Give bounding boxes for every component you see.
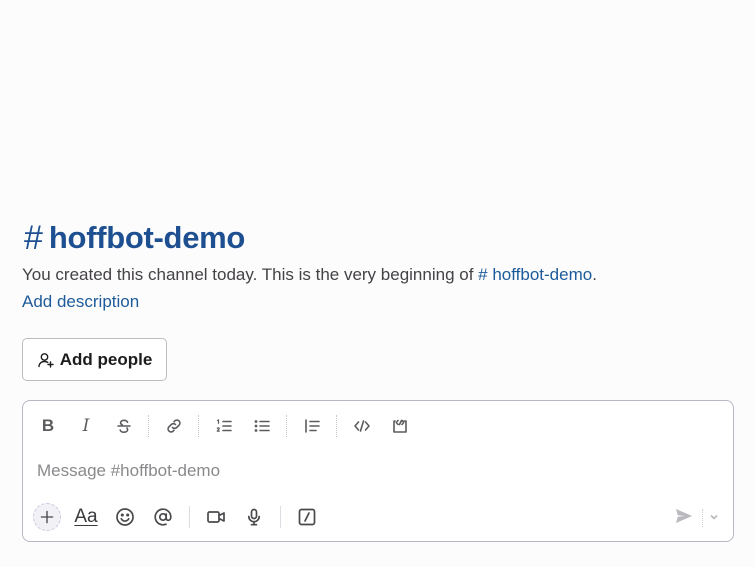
send-controls: [674, 505, 719, 531]
link-icon: [167, 419, 181, 433]
blockquote-button[interactable]: [299, 413, 325, 439]
strikethrough-button[interactable]: [111, 413, 137, 439]
chevron-down-icon: [710, 514, 718, 520]
ordered-list-button[interactable]: [211, 413, 237, 439]
add-people-button[interactable]: Add people: [22, 338, 167, 381]
formatting-toggle-button[interactable]: Aa: [71, 503, 101, 531]
add-person-icon: [38, 352, 54, 368]
ordered-list-icon: [216, 419, 232, 432]
intro-text: You created this channel today. This is …: [22, 265, 479, 284]
bulleted-list-icon: [254, 420, 270, 432]
schedule-send-button[interactable]: [709, 509, 719, 527]
formatting-toolbar: B I: [35, 413, 425, 439]
code-block-button[interactable]: [387, 413, 413, 439]
code-icon: [354, 420, 370, 432]
video-icon: [207, 511, 225, 523]
microphone-icon: [247, 508, 261, 526]
slash-command-icon: [298, 508, 316, 526]
composer-actions: Aa: [33, 503, 331, 531]
strikethrough-icon: [117, 419, 131, 433]
channel-name: hoffbot-demo: [48, 220, 246, 255]
toolbar-divider: [148, 415, 149, 437]
plus-icon: [40, 510, 54, 524]
toolbar-divider: [198, 415, 199, 437]
send-button[interactable]: [674, 506, 694, 531]
bold-button[interactable]: B: [35, 413, 61, 439]
bulleted-list-button[interactable]: [249, 413, 275, 439]
audio-clip-button[interactable]: [240, 503, 268, 531]
add-description-link[interactable]: Add description: [22, 291, 139, 313]
video-clip-button[interactable]: [202, 503, 230, 531]
formatting-icon: Aa: [74, 506, 98, 527]
hash-icon: #: [24, 219, 43, 257]
add-people-label: Add people: [59, 349, 153, 369]
actions-divider: [189, 506, 190, 528]
shortcuts-button[interactable]: [293, 503, 321, 531]
channel-page: # hoffbot-demo You created this channel …: [0, 0, 755, 567]
send-icon: [676, 508, 692, 523]
emoji-icon: [116, 508, 134, 526]
channel-link[interactable]: # hoffbot-demo: [478, 265, 592, 284]
mention-icon: [154, 508, 172, 526]
link-button[interactable]: [161, 413, 187, 439]
send-divider: [702, 509, 703, 527]
message-composer: B I Message #hoffbot-demo Aa: [22, 400, 734, 542]
italic-icon: I: [82, 416, 90, 436]
attach-button[interactable]: [33, 503, 61, 531]
code-button[interactable]: [349, 413, 375, 439]
channel-intro: You created this channel today. This is …: [22, 264, 597, 286]
intro-suffix: .: [592, 265, 597, 284]
emoji-button[interactable]: [111, 503, 139, 531]
toolbar-divider: [286, 415, 287, 437]
channel-title: # hoffbot-demo: [24, 218, 245, 258]
italic-button[interactable]: I: [73, 413, 99, 439]
code-block-icon: [393, 419, 407, 433]
mention-button[interactable]: [149, 503, 177, 531]
message-input[interactable]: [37, 459, 717, 483]
blockquote-icon: [305, 419, 320, 433]
toolbar-divider: [336, 415, 337, 437]
bold-icon: B: [41, 416, 55, 435]
actions-divider: [280, 506, 281, 528]
